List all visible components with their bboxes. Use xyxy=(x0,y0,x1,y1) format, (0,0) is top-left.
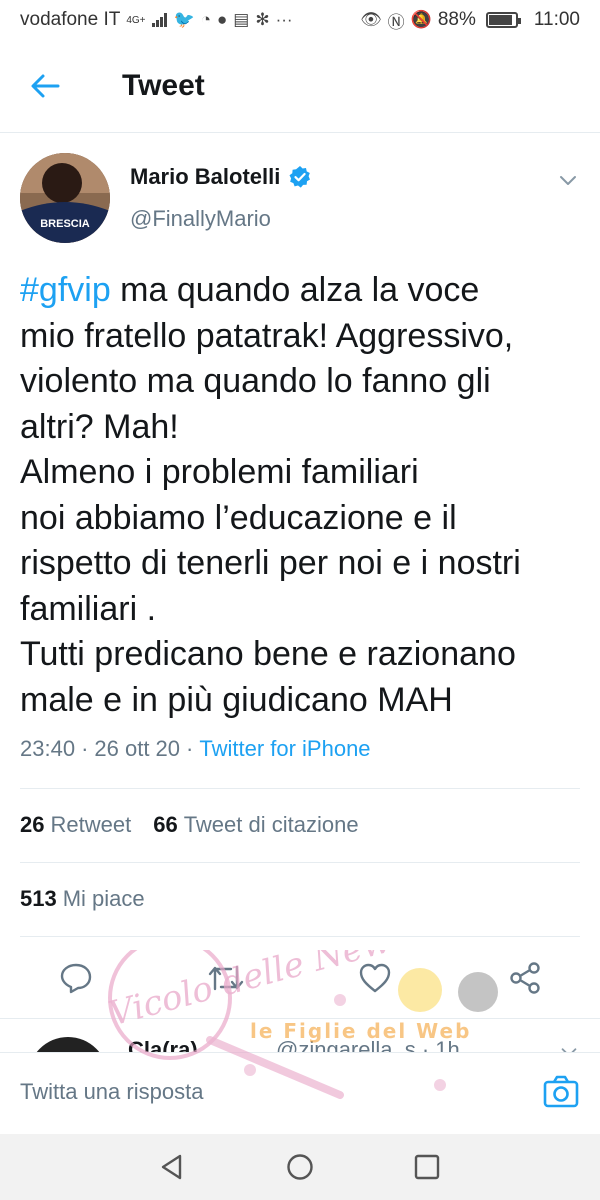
tweet-line: mio fratello patatrak! Aggressivo, xyxy=(20,316,514,355)
chevron-down-icon[interactable] xyxy=(558,1041,580,1052)
message-notification-icon: ● xyxy=(216,10,228,29)
like-icon xyxy=(359,963,391,993)
app-header: Tweet xyxy=(0,40,600,133)
tweet-source-link[interactable]: Twitter for iPhone xyxy=(199,736,370,762)
retweet-button[interactable] xyxy=(206,958,246,998)
author-name[interactable]: Mario Balotelli xyxy=(130,164,280,190)
battery-percent: 88% xyxy=(437,9,476,30)
meta-separator: · xyxy=(81,736,89,761)
meta-separator: · xyxy=(186,736,194,761)
likes-label: Mi piace xyxy=(62,886,145,911)
flower-notification-icon: ✻ xyxy=(255,10,270,29)
reply-compose-bar[interactable]: Twitta una risposta xyxy=(0,1052,600,1134)
status-bar: vodafone IT 4G+ 🐦 ◔ ● ▤ ✻ ··· 👁 Ⓝ 🔕 88% … xyxy=(0,0,600,40)
tweet-line: violento ma quando lo fanno gli xyxy=(20,362,491,400)
nfc-icon: Ⓝ xyxy=(387,12,405,32)
divider xyxy=(20,788,580,789)
tweet-author: BRESCIA Mario Balotelli @FinallyMario xyxy=(20,150,580,243)
eye-icon: 👁 xyxy=(360,10,382,29)
hashtag-link[interactable]: #gfvip xyxy=(20,271,111,309)
more-notifications-icon: ··· xyxy=(275,10,293,29)
quotes-label: Tweet di citazione xyxy=(183,812,359,837)
status-bar-right: 👁 Ⓝ 🔕 88% 11:00 xyxy=(360,8,580,33)
battery-level xyxy=(488,15,512,25)
network-type: 4G+ xyxy=(126,14,146,26)
divider xyxy=(20,862,580,863)
share-icon xyxy=(510,962,540,994)
author-name-line: Mario Balotelli xyxy=(130,164,312,190)
likes-count: 513 xyxy=(20,886,57,911)
recents-square-icon[interactable] xyxy=(411,1151,443,1183)
share-button[interactable] xyxy=(505,958,545,998)
reply-preview[interactable]: Cla(ra) @zingarella_s · 1h xyxy=(0,1018,600,1052)
quotes-stat[interactable]: 66 Tweet di citazione xyxy=(153,812,358,838)
tweet-line: #gfvip ma quando alza la voce xyxy=(20,268,580,314)
tweet-line: altri? Mah! xyxy=(20,407,179,446)
tweet-time: 23:40 xyxy=(20,736,76,761)
tweet-actions xyxy=(0,950,600,1006)
system-nav-bar xyxy=(0,1134,600,1200)
reply-author-handle: @zingarella_s · 1h xyxy=(276,1037,460,1052)
like-button[interactable] xyxy=(355,958,395,998)
arrow-left-icon xyxy=(31,74,60,98)
tweet-meta: 23:40 · 26 ott 20 · Twitter for iPhone xyxy=(20,736,371,762)
avatar[interactable]: BRESCIA xyxy=(20,153,110,243)
mute-icon: 🔕 xyxy=(410,10,432,29)
tweet-line-text: ma quando alza la voce xyxy=(110,271,480,309)
reply-author-name: Cla(ra) xyxy=(128,1037,198,1052)
tweet-text: #gfvip ma quando alza la voce mio fratel… xyxy=(20,268,580,723)
retweets-count: 26 xyxy=(20,812,45,837)
tweet-line: Tutti predicano bene e razionano xyxy=(20,635,516,673)
reply-input[interactable]: Twitta una risposta xyxy=(20,1079,203,1105)
tweet-stats: 26 Retweet 66 Tweet di citazione xyxy=(20,812,359,838)
author-handle[interactable]: @FinallyMario xyxy=(130,206,271,232)
tweet-line: Almeno i problemi familiari xyxy=(20,453,419,491)
retweet-icon xyxy=(208,965,244,991)
tweet-line: rispetto di tenerli per noi e i nostri xyxy=(20,544,521,582)
divider xyxy=(20,936,580,937)
whatsapp-notification-icon: ◔ xyxy=(200,10,211,29)
battery-icon xyxy=(485,12,521,28)
back-triangle-icon[interactable] xyxy=(156,1151,188,1183)
news-notification-icon: ▤ xyxy=(233,10,250,29)
tweet-line: male e in più giudicano MAH xyxy=(20,680,453,719)
verified-badge-icon xyxy=(289,166,311,188)
avatar-image: BRESCIA xyxy=(20,153,110,243)
chevron-down-icon[interactable] xyxy=(556,168,580,192)
home-circle-icon[interactable] xyxy=(284,1151,316,1183)
camera-icon[interactable] xyxy=(542,1073,580,1111)
back-button[interactable] xyxy=(0,40,90,133)
likes-stat[interactable]: 513 Mi piace xyxy=(20,886,145,912)
twitter-notification-icon: 🐦 xyxy=(173,10,195,29)
tweet-line: noi abbiamo l’educazione e il xyxy=(20,498,457,537)
tweet-line: familiari . xyxy=(20,589,157,628)
signal-icon xyxy=(151,13,167,27)
avatar-jersey-text: BRESCIA xyxy=(40,218,90,230)
quotes-count: 66 xyxy=(153,812,178,837)
reply-avatar[interactable] xyxy=(28,1037,108,1052)
retweets-stat[interactable]: 26 Retweet xyxy=(20,812,131,838)
status-bar-left: vodafone IT 4G+ 🐦 ◔ ● ▤ ✻ ··· xyxy=(20,9,293,31)
page-title: Tweet xyxy=(122,69,205,102)
tweet-date: 26 ott 20 xyxy=(94,736,181,761)
clock: 11:00 xyxy=(533,9,580,30)
reply-button[interactable] xyxy=(56,958,96,998)
carrier-label: vodafone IT xyxy=(20,9,121,30)
retweets-label: Retweet xyxy=(50,812,132,837)
reply-icon xyxy=(60,963,92,994)
